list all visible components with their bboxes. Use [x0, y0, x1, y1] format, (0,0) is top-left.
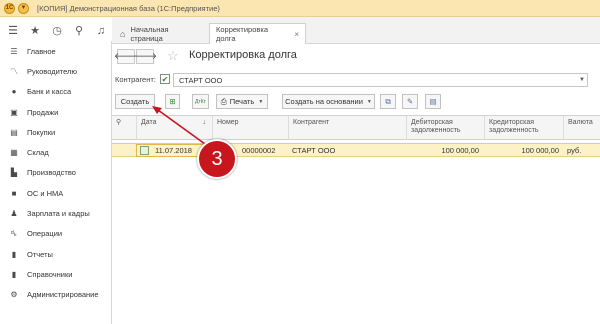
column-number[interactable]: Номер — [212, 116, 288, 140]
edit-icon[interactable]: ✎ — [402, 94, 418, 109]
printer-icon: ⎙ — [220, 96, 227, 106]
chevron-down-icon[interactable]: ▼ — [577, 74, 587, 86]
bell-icon[interactable]: ♫ — [92, 22, 110, 40]
sidebar-item-manager[interactable]: 〽 Руководителю — [0, 61, 111, 81]
create-based-on-button[interactable]: Создать на основании ▼ — [282, 94, 375, 109]
chevron-down-icon: ▼ — [258, 98, 264, 105]
contractor-value: СТАРТ ООО — [179, 76, 223, 85]
star-icon[interactable]: ★ — [26, 22, 44, 40]
sidebar-item-purchases[interactable]: ▤ Покупки — [0, 122, 111, 142]
sidebar-item-payroll[interactable]: ♟ Зарплата и кадры — [0, 203, 111, 223]
column-credit[interactable]: Кредиторская задолженность — [484, 116, 563, 140]
sidebar: ☰ Главное 〽 Руководителю ● Банк и касса ▣ Пр… — [0, 41, 112, 324]
top-toolbar: ☰ ★ ◷ ⚲ ♫ — [0, 17, 112, 44]
cell-date: 11.07.2018 — [155, 146, 192, 155]
sort-arrow-icon: ↓ — [202, 119, 207, 126]
sidebar-item-catalogs[interactable]: ▮ Справочники — [0, 264, 111, 284]
search-icon[interactable]: ⚲ — [70, 22, 88, 40]
tab-home-label: Начальная страница — [130, 24, 169, 43]
window-title: [КОПИЯ] Демонстрационная база (1С:Предпр… — [37, 3, 220, 13]
cell-credit: 100 000,00 — [521, 146, 559, 155]
sidebar-item-sales[interactable]: ▣ Продажи — [0, 102, 111, 122]
forward-button[interactable]: 🡒 — [133, 49, 157, 64]
tab-debt-adjustment[interactable]: Корректировка долга × — [209, 23, 306, 44]
copy-icon[interactable]: ⊞ — [165, 94, 180, 109]
step-callout-badge: 3 — [197, 139, 237, 179]
dt-kt-button[interactable]: ДтКт — [192, 94, 209, 109]
contractor-filter-checkbox[interactable]: ✔ — [160, 74, 170, 84]
column-currency[interactable]: Валюта — [563, 116, 600, 140]
sidebar-item-warehouse[interactable]: ▦ Склад — [0, 142, 111, 162]
coin-icon: ● — [11, 87, 17, 97]
sidebar-item-main[interactable]: ☰ Главное — [0, 41, 111, 61]
warehouse-icon: ▦ — [10, 148, 18, 158]
documents-table: ⚲ Дата ↓ Номер Контрагент Дебиторская зад… — [112, 115, 600, 324]
book-icon: ▮ — [11, 269, 17, 279]
document-icon — [140, 146, 149, 155]
chevron-down-icon: ▼ — [366, 98, 372, 105]
cell-contractor: СТАРТ ООО — [292, 146, 336, 155]
title-bar: 1С ▼ [КОПИЯ] Демонстрационная база (1С:П… — [0, 0, 600, 17]
sidebar-item-reports[interactable]: ▮ Отчеты — [0, 244, 111, 264]
chart-icon: 〽 — [10, 66, 18, 76]
menu-icon[interactable]: ☰ — [4, 22, 22, 40]
history-icon[interactable]: ◷ — [48, 22, 66, 40]
column-debit[interactable]: Дебиторская задолженность — [406, 116, 484, 140]
print-button[interactable]: ⎙ Печать ▼ — [216, 94, 268, 109]
chevron-down-icon[interactable]: ▼ — [18, 2, 29, 14]
attachment-icon: ⚲ — [116, 119, 122, 126]
basket-icon: ▤ — [10, 127, 18, 137]
page-title: Корректировка долга — [189, 49, 297, 61]
table-header: ⚲ Дата ↓ Номер Контрагент Дебиторская зад… — [112, 116, 600, 140]
sidebar-item-production[interactable]: ▙ Производство — [0, 163, 111, 183]
tab-home[interactable]: ⌂ Начальная страница — [114, 23, 206, 44]
sidebar-item-bank[interactable]: ● Банк и касса — [0, 82, 111, 102]
menu-icon: ☰ — [10, 46, 18, 56]
main-content: 🡐 🡒 ☆ Корректировка долга Контрагент: ✔ … — [112, 44, 600, 324]
favorite-star-icon[interactable]: ☆ — [167, 48, 179, 64]
column-contractor[interactable]: Контрагент — [288, 116, 406, 140]
tab-active-label: Корректировка долга — [216, 25, 268, 43]
gear-icon: ⚙ — [10, 290, 18, 300]
toolbar: Создать ⊞ ДтКт ⎙ Печать ▼ Создать на осно… — [115, 94, 595, 110]
contractor-label: Контрагент: — [115, 75, 156, 84]
structure-icon[interactable]: ⧉ — [380, 94, 396, 109]
bag-icon: ▣ — [10, 107, 18, 117]
document-list-icon[interactable]: ▤ — [425, 94, 441, 109]
cell-currency: руб. — [567, 146, 582, 155]
table-row[interactable]: 11.07.2018 00000002 СТАРТ ООО 100 000,00… — [112, 143, 600, 157]
factory-icon: ▙ — [10, 168, 18, 178]
column-date[interactable]: Дата ↓ — [136, 116, 212, 140]
contractor-field[interactable]: СТАРТ ООО ▼ — [173, 73, 588, 87]
close-icon[interactable]: × — [294, 30, 299, 39]
create-button[interactable]: Создать — [115, 94, 155, 109]
truck-icon: ■ — [11, 188, 17, 198]
reports-icon: ▮ — [11, 249, 17, 259]
home-icon: ⌂ — [120, 28, 126, 39]
nav-buttons: 🡐 🡒 — [114, 49, 157, 64]
person-icon: ♟ — [10, 209, 18, 219]
app-logo-icon[interactable]: 1С — [4, 2, 15, 14]
tabs-bar: ⌂ Начальная страница Корректировка долга… — [112, 17, 600, 44]
sidebar-item-operations[interactable]: ᵈₖ Операции — [0, 224, 111, 244]
cell-debit: 100 000,00 — [441, 146, 479, 155]
cell-number: 00000002 — [242, 146, 276, 155]
sidebar-item-assets[interactable]: ■ ОС и НМА — [0, 183, 111, 203]
operations-icon: ᵈₖ — [10, 229, 18, 239]
sidebar-item-admin[interactable]: ⚙ Администрирование — [0, 285, 111, 305]
